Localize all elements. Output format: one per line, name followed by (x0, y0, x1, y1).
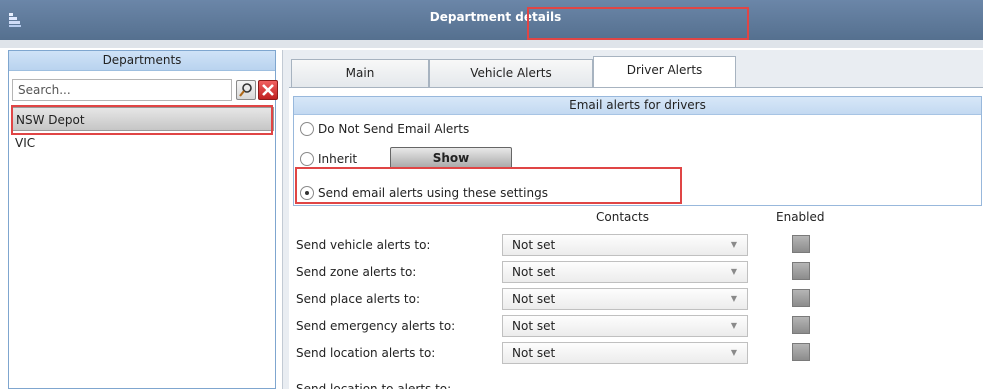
highlight-title (527, 7, 749, 40)
highlight-send-option (295, 167, 682, 204)
title-bar: Department details (0, 0, 983, 40)
option-do-not-send[interactable]: Do Not Send Email Alerts (300, 119, 469, 139)
search-input[interactable] (12, 79, 232, 101)
tab-vehicle-alerts[interactable]: Vehicle Alerts (429, 59, 593, 87)
chevron-down-icon: ▼ (730, 294, 737, 303)
alert-label-zone: Send zone alerts to: (296, 265, 417, 279)
email-alerts-header: Email alerts for drivers (294, 97, 981, 115)
place-alerts-select[interactable]: Not set ▼ (502, 288, 748, 310)
alert-label-cut-off: Send location to alerts to: (296, 382, 452, 389)
chevron-down-icon: ▼ (730, 240, 737, 249)
option-inherit[interactable]: Inherit Show (300, 147, 560, 169)
radio-icon[interactable] (300, 121, 314, 136)
close-icon (262, 84, 274, 96)
contacts-column-header: Contacts (596, 210, 649, 224)
select-value: Not set (512, 292, 556, 306)
toolbar-strip (0, 40, 983, 48)
emergency-alerts-select[interactable]: Not set ▼ (502, 315, 748, 337)
clear-search-button[interactable] (258, 80, 278, 100)
select-value: Not set (512, 265, 556, 279)
location-alerts-enabled-checkbox[interactable] (792, 343, 810, 361)
show-button[interactable]: Show (390, 147, 512, 169)
search-button[interactable] (236, 80, 256, 100)
vehicle-alerts-select[interactable]: Not set ▼ (502, 234, 748, 256)
place-alerts-enabled-checkbox[interactable] (792, 289, 810, 307)
magnifier-icon (239, 83, 252, 97)
alert-label-place: Send place alerts to: (296, 292, 421, 306)
tab-driver-alerts[interactable]: Driver Alerts (593, 56, 736, 89)
chevron-down-icon: ▼ (730, 348, 737, 357)
alert-label-location: Send location alerts to: (296, 346, 436, 360)
option-label: Do Not Send Email Alerts (318, 122, 470, 136)
highlight-department (11, 105, 273, 135)
chevron-down-icon: ▼ (730, 267, 737, 276)
alert-label-emergency: Send emergency alerts to: (296, 319, 456, 333)
vehicle-alerts-enabled-checkbox[interactable] (792, 235, 810, 253)
alert-label-vehicle: Send vehicle alerts to: (296, 238, 431, 252)
radio-icon[interactable] (300, 151, 314, 166)
select-value: Not set (512, 319, 556, 333)
tab-main[interactable]: Main (291, 59, 429, 87)
search-row (12, 79, 278, 101)
select-value: Not set (512, 238, 556, 252)
select-value: Not set (512, 346, 556, 360)
departments-panel: Departments NSW Depot VIC (8, 50, 278, 389)
emergency-alerts-enabled-checkbox[interactable] (792, 316, 810, 334)
location-alerts-select[interactable]: Not set ▼ (502, 342, 748, 364)
enabled-column-header: Enabled (776, 210, 825, 224)
window-title: Department details (429, 10, 562, 24)
option-label: Inherit (318, 152, 358, 166)
chevron-down-icon: ▼ (730, 321, 737, 330)
zone-alerts-select[interactable]: Not set ▼ (502, 261, 748, 283)
zone-alerts-enabled-checkbox[interactable] (792, 262, 810, 280)
departments-header: Departments (9, 51, 275, 71)
